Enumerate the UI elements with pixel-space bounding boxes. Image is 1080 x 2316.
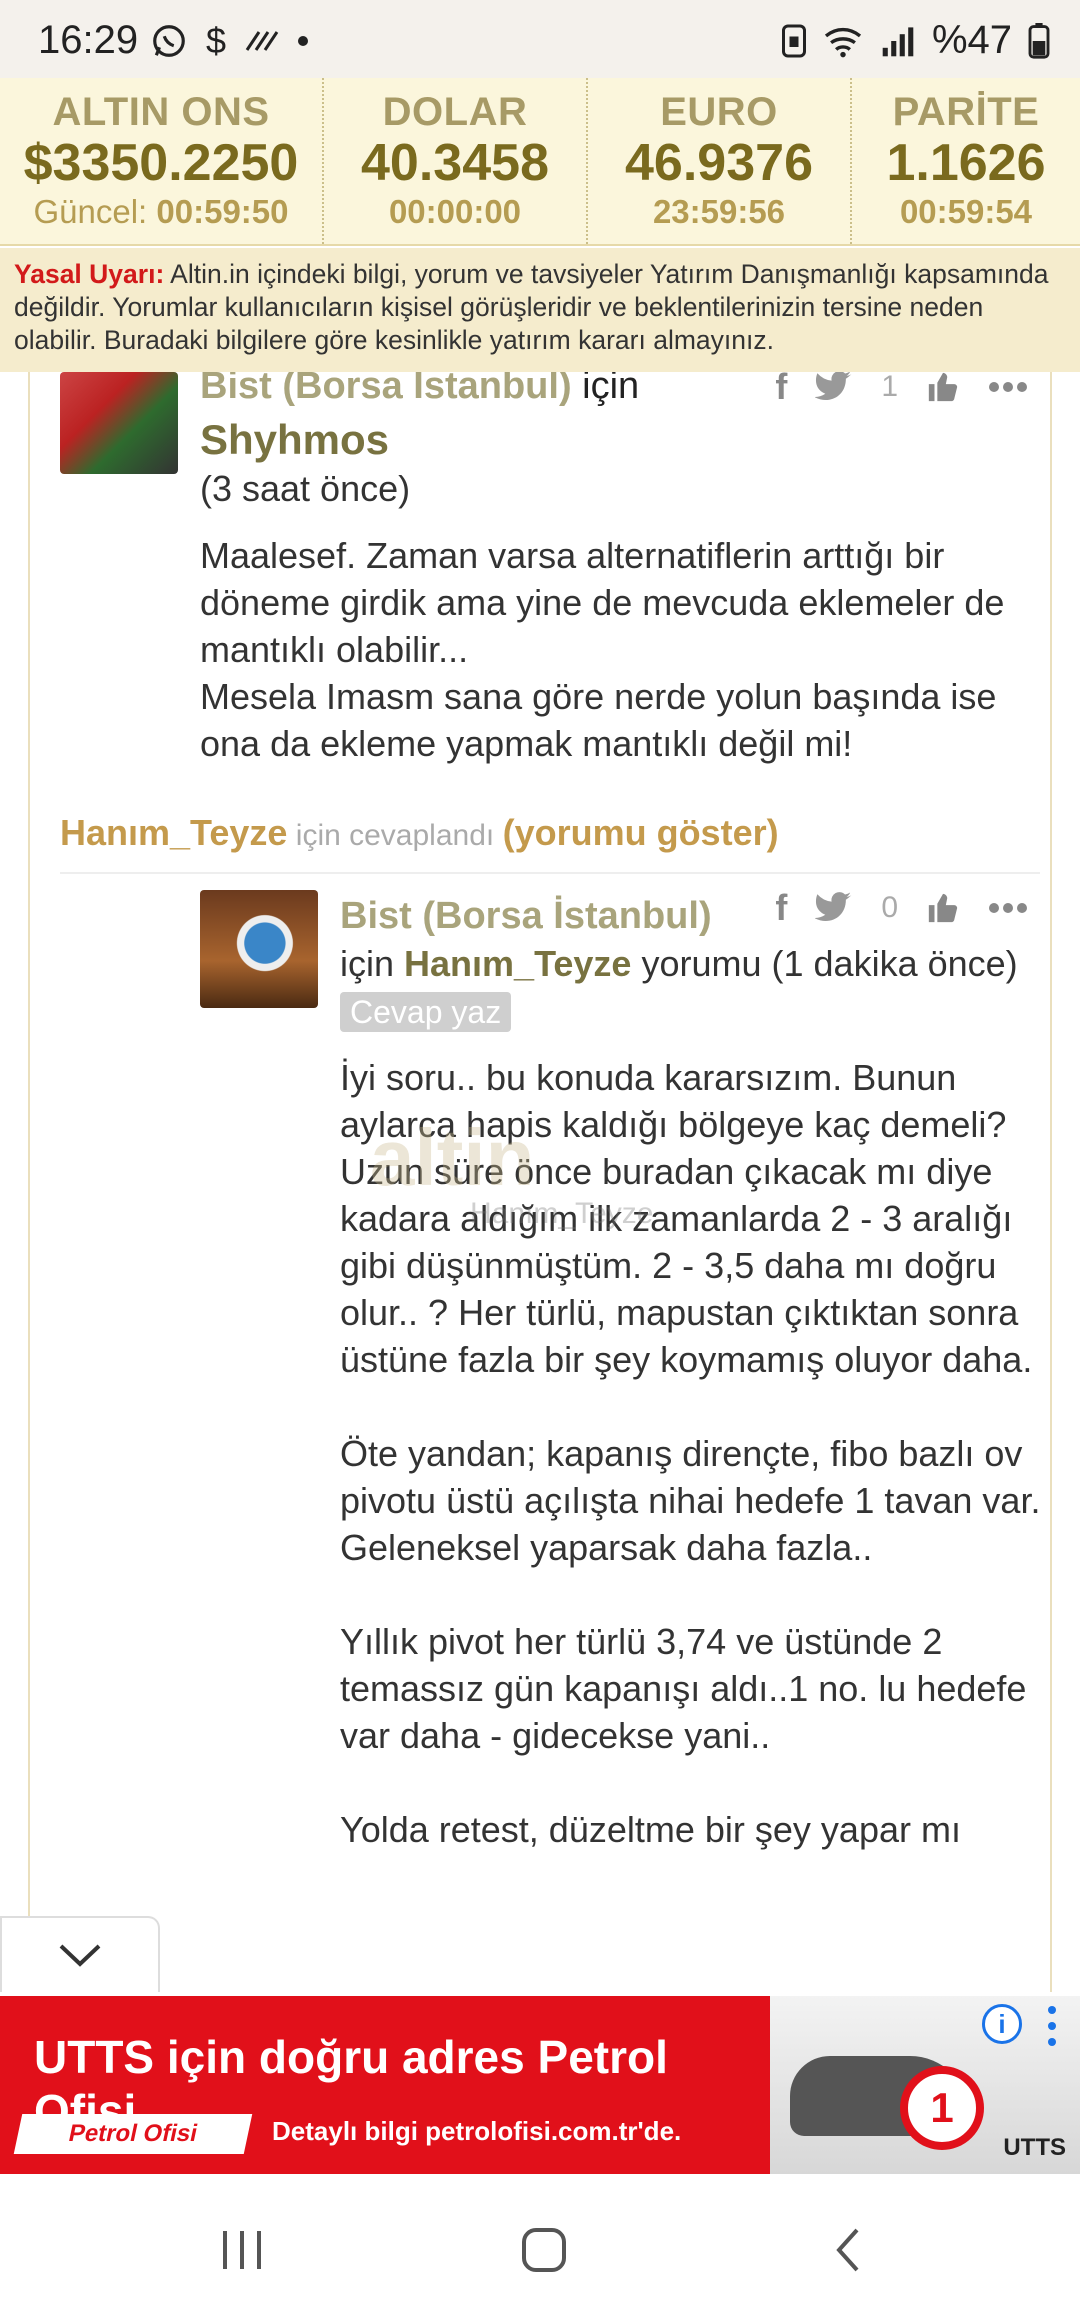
topic-link[interactable]: Bist (Borsa İstanbul) (200, 372, 572, 407)
ticker-name: ALTIN ONS (52, 90, 270, 134)
ticker-time: 00:59:54 (899, 193, 1033, 230)
home-icon (522, 2228, 566, 2272)
ticker-name: DOLAR (382, 90, 528, 134)
avatar-smurf[interactable] (200, 890, 318, 1008)
chevron-down-icon (59, 1944, 101, 1967)
replied-label: için cevaplandı (287, 819, 503, 852)
whatsapp-icon (153, 25, 185, 57)
status-bar: 16:29 $ %47 (0, 0, 1080, 78)
disclaimer-text: Altin.in içindeki bilgi, yorum ve tavsiy… (14, 259, 1049, 355)
clock: 16:29 (38, 18, 139, 62)
thumbs-up-icon[interactable] (926, 372, 960, 404)
ad-badge: 1 (900, 2066, 984, 2150)
ad-banner[interactable]: UTTS için doğru adres Petrol Ofisi Petro… (0, 1996, 1080, 2174)
ticker-price: $3350.2250 (23, 134, 299, 192)
battery-icon (1028, 22, 1050, 59)
ad-subtitle: Detaylı bilgi petrolofisi.com.tr'de. (272, 2116, 682, 2146)
ad-brand: Petrol Ofisi (66, 2120, 200, 2147)
home-button[interactable] (514, 2222, 574, 2278)
dot-icon (298, 36, 309, 46)
navigation-bar (0, 2176, 1080, 2316)
show-comment-link[interactable]: (yorumu göster) (503, 812, 779, 853)
ticker-price: 46.9376 (625, 134, 813, 192)
ticker-parity[interactable]: PARİTE 1.1626 00:59:54 (850, 78, 1080, 244)
comment-actions: f 1 (775, 372, 1028, 408)
more-options-icon[interactable] (988, 381, 1028, 393)
reply-button[interactable]: Cevap yaz (340, 992, 512, 1032)
for-word: için (571, 372, 640, 407)
utts-label: UTTS (1003, 2134, 1066, 2161)
ad-info-icon[interactable]: i (982, 2004, 1022, 2044)
ticker-price: 1.1626 (886, 134, 1046, 192)
comment-meta: yorumu (1 dakika önce) (631, 943, 1018, 984)
ticker-dollar[interactable]: DOLAR 40.3458 00:00:00 (322, 78, 586, 244)
disclaimer-warning-label: Yasal Uyarı: (14, 259, 165, 289)
sim-icon (781, 24, 806, 57)
ticker-name: PARİTE (892, 90, 1040, 134)
ad-image: 1 UTTS (770, 1996, 1080, 2174)
comment-body: İyi soru.. bu konuda kararsızım. Bunun a… (340, 1054, 1050, 1900)
facebook-icon[interactable]: f (775, 372, 787, 408)
comment-body: Maalesef. Zaman varsa alternatiflerin ar… (200, 535, 1005, 764)
back-icon (836, 2228, 859, 2272)
ticker-time: 23:59:56 (652, 193, 786, 230)
comment-header: Bist (Borsa İstanbul) için Hanım_Teyze y… (340, 892, 1040, 1034)
ticker-time: 00:00:00 (388, 193, 522, 230)
ticker-time: Güncel: 00:59:50 (0, 193, 322, 231)
comments-area[interactable]: Bist (Borsa İstanbul) için f 1 Shyhmos (… (28, 372, 1052, 1992)
petrol-ofisi-logo: Petrol Ofisi (13, 2114, 253, 2154)
for-word: için (340, 943, 405, 984)
divider (60, 872, 1040, 874)
replied-user[interactable]: Hanım_Teyze (60, 812, 287, 853)
back-button[interactable] (818, 2222, 878, 2278)
ticker-price: 40.3458 (361, 134, 549, 192)
comment-paragraph: Öte yandan; kapanış dirençte, fibo bazlı… (340, 1433, 1041, 1568)
avatar-shyhmos[interactable] (60, 372, 178, 474)
system-icons: %47 (781, 18, 1050, 63)
legal-disclaimer: Yasal Uyarı: Altin.in içindeki bilgi, yo… (0, 248, 1080, 372)
wifi-icon (824, 27, 862, 57)
comment-paragraph: Yıllık pivot her türlü 3,74 ve üstünde 2… (340, 1621, 1027, 1756)
like-count: 1 (881, 372, 898, 403)
comment-paragraph: İyi soru.. bu konuda kararsızım. Bunun a… (340, 1057, 1033, 1380)
ticker-name: EURO (660, 90, 778, 134)
comment-author[interactable]: Shyhmos (200, 416, 389, 464)
ad-red-panel: UTTS için doğru adres Petrol Ofisi Petro… (0, 1996, 770, 2174)
battery-percent: %47 (931, 18, 1012, 62)
recent-apps-button[interactable] (212, 2222, 272, 2278)
ticker-time-value: 00:59:50 (156, 193, 289, 230)
topic-link[interactable]: Bist (Borsa İstanbul) (340, 895, 712, 937)
ticker-euro[interactable]: EURO 46.9376 23:59:56 (586, 78, 850, 244)
comment-time: (3 saat önce) (200, 468, 411, 509)
price-ticker: ALTIN ONS $3350.2250 Güncel: 00:59:50 DO… (0, 78, 1080, 246)
ticker-gold-ons[interactable]: ALTIN ONS $3350.2250 Güncel: 00:59:50 (0, 78, 322, 244)
recent-apps-icon (223, 2231, 261, 2269)
comment-header: Bist (Borsa İstanbul) için (200, 372, 760, 410)
twitter-icon[interactable] (815, 372, 853, 403)
stripes-icon (245, 31, 279, 51)
replied-to-line: Hanım_Teyze için cevaplandı (yorumu göst… (60, 812, 779, 854)
dollar-icon: $ (206, 20, 227, 61)
comment-paragraph: Yolda retest, düzeltme bir şey yapar mı (340, 1809, 961, 1850)
signal-icon (882, 26, 914, 56)
comment-author[interactable]: Hanım_Teyze (404, 943, 631, 984)
ticker-time-label: Güncel: (33, 193, 148, 230)
notification-icons: $ (150, 20, 309, 62)
collapse-ad-button[interactable] (0, 1916, 160, 1992)
ad-menu-icon[interactable] (1040, 2002, 1064, 2050)
